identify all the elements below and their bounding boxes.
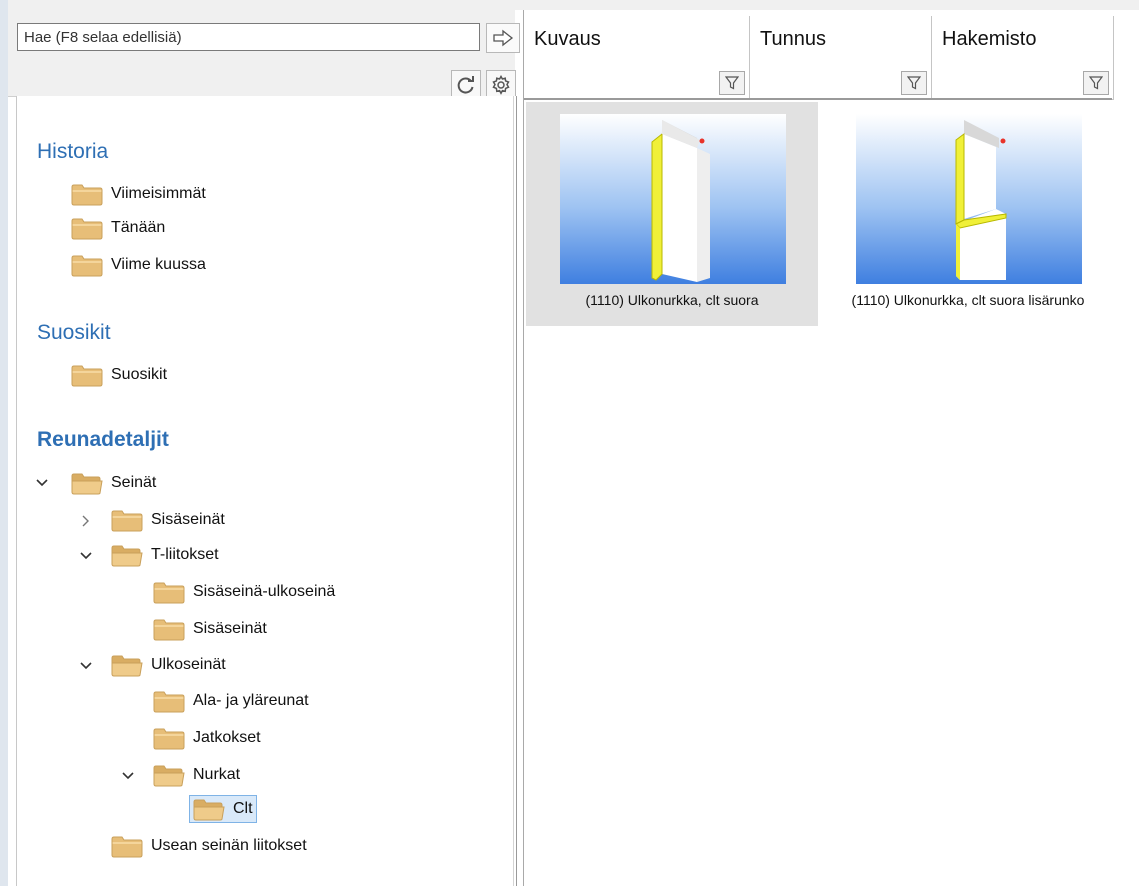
- column-title: Tunnus: [760, 28, 826, 50]
- folder-icon: [153, 689, 185, 713]
- detail-thumbnail: [856, 114, 1082, 284]
- tree-item-label: Suosikit: [111, 366, 168, 383]
- result-card[interactable]: (1110) Ulkonurkka, clt suora: [526, 102, 818, 326]
- filter-icon: [725, 76, 739, 90]
- selection-highlight: Clt: [189, 795, 257, 823]
- tree-item-label: Nurkat: [193, 766, 241, 783]
- category-tree-panel: Historia Viimeisimmät Tänään Viime kuuss…: [16, 96, 517, 886]
- details-section-title: Reunadetaljit: [37, 428, 169, 451]
- tree-item-favorites[interactable]: Suosikit: [71, 361, 167, 389]
- tree-item-label: Clt: [233, 800, 253, 817]
- folder-icon: [153, 617, 185, 641]
- tree-item-sisaseinat[interactable]: Sisäseinät: [111, 506, 225, 534]
- tree-item-label: Viimeisimmät: [111, 185, 206, 202]
- search-go-button[interactable]: [486, 23, 520, 53]
- tree-item-label: Seinät: [111, 474, 157, 491]
- window-top-edge: [0, 0, 1139, 10]
- folder-open-icon: [111, 653, 143, 677]
- favorites-section-title: Suosikit: [37, 321, 111, 344]
- tree-item-usean-seinan-liitokset[interactable]: Usean seinän liitokset: [111, 832, 307, 860]
- tree-item-recent[interactable]: Viimeisimmät: [71, 180, 206, 208]
- expand-toggle-seinat[interactable]: [35, 476, 49, 490]
- folder-open-icon: [193, 797, 225, 821]
- results-panel: Kuvaus Tunnus Hakemisto (1110) Ulkonurkk…: [523, 10, 1139, 886]
- result-card-label: (1110) Ulkonurkka, clt suora lisärunko: [851, 292, 1085, 308]
- chevron-down-icon: [80, 552, 92, 560]
- tree-item-label: Jatkokset: [193, 729, 261, 746]
- tree-item-today[interactable]: Tänään: [71, 214, 165, 242]
- filter-button[interactable]: [1083, 71, 1109, 95]
- tree-item-seinat[interactable]: Seinät: [71, 469, 156, 497]
- folder-open-icon: [71, 471, 103, 495]
- tree-item-label: T-liitokset: [151, 546, 219, 563]
- column-header-kuvaus[interactable]: Kuvaus: [524, 16, 750, 100]
- folder-icon: [71, 182, 103, 206]
- folder-icon: [153, 580, 185, 604]
- refresh-icon: [457, 76, 474, 94]
- tree-item-label: Sisäseinät: [151, 511, 225, 528]
- tree-item-clt[interactable]: Clt: [189, 795, 257, 823]
- folder-icon: [153, 726, 185, 750]
- folder-open-icon: [153, 763, 185, 787]
- header-divider: [524, 98, 1112, 100]
- chevron-down-icon: [122, 772, 134, 780]
- tree-item-label: Usean seinän liitokset: [151, 837, 307, 854]
- folder-icon: [71, 253, 103, 277]
- tree-item-label: Sisäseinät: [193, 620, 267, 637]
- arrow-right-icon: [493, 29, 514, 47]
- chevron-down-icon: [80, 662, 92, 670]
- result-card-label: (1110) Ulkonurkka, clt suora: [585, 292, 759, 308]
- column-header-tunnus[interactable]: Tunnus: [750, 16, 932, 100]
- history-section-title: Historia: [37, 140, 109, 163]
- tree-item-label: Ala- ja yläreunat: [193, 692, 309, 709]
- expand-toggle-t-liitokset[interactable]: [79, 549, 93, 563]
- search-toolbar: [8, 10, 520, 100]
- gear-icon: [492, 75, 510, 95]
- chevron-down-icon: [36, 479, 48, 487]
- expand-toggle-sisaseinat[interactable]: [79, 514, 93, 528]
- tree-item-ala-ja-ylareunat[interactable]: Ala- ja yläreunat: [153, 687, 309, 715]
- column-header-hakemisto[interactable]: Hakemisto: [932, 16, 1114, 100]
- filter-icon: [1089, 76, 1103, 90]
- filter-button[interactable]: [719, 71, 745, 95]
- folder-icon: [111, 834, 143, 858]
- chevron-right-icon: [82, 515, 89, 527]
- filter-button[interactable]: [901, 71, 927, 95]
- tree-item-nurkat[interactable]: Nurkat: [153, 761, 240, 789]
- folder-icon: [71, 216, 103, 240]
- tree-item-label: Tänään: [111, 219, 166, 236]
- filter-icon: [907, 76, 921, 90]
- folder-icon: [71, 363, 103, 387]
- expand-toggle-ulkoseinat[interactable]: [79, 659, 93, 673]
- result-card[interactable]: (1110) Ulkonurkka, clt suora lisärunko: [822, 102, 1114, 326]
- tree-item-label: Viime kuussa: [111, 256, 206, 273]
- expand-toggle-nurkat[interactable]: [121, 769, 135, 783]
- folder-open-icon: [111, 543, 143, 567]
- detail-thumbnail: [560, 114, 786, 284]
- window-left-edge: [0, 0, 8, 886]
- tree-item-t-sisaseinat[interactable]: Sisäseinät: [153, 615, 267, 643]
- folder-icon: [111, 508, 143, 532]
- tree-item-sisaseina-ulkoseina[interactable]: Sisäseinä-ulkoseinä: [153, 578, 335, 606]
- tree-item-t-liitokset[interactable]: T-liitokset: [111, 541, 219, 569]
- tree-item-label: Sisäseinä-ulkoseinä: [193, 583, 336, 600]
- tree-item-last-month[interactable]: Viime kuussa: [71, 251, 206, 279]
- tree-item-label: Ulkoseinät: [151, 656, 226, 673]
- column-title: Kuvaus: [534, 28, 601, 50]
- search-input[interactable]: [17, 23, 480, 51]
- tree-item-jatkokset[interactable]: Jatkokset: [153, 724, 261, 752]
- tree-item-ulkoseinat[interactable]: Ulkoseinät: [111, 651, 226, 679]
- column-title: Hakemisto: [942, 28, 1037, 50]
